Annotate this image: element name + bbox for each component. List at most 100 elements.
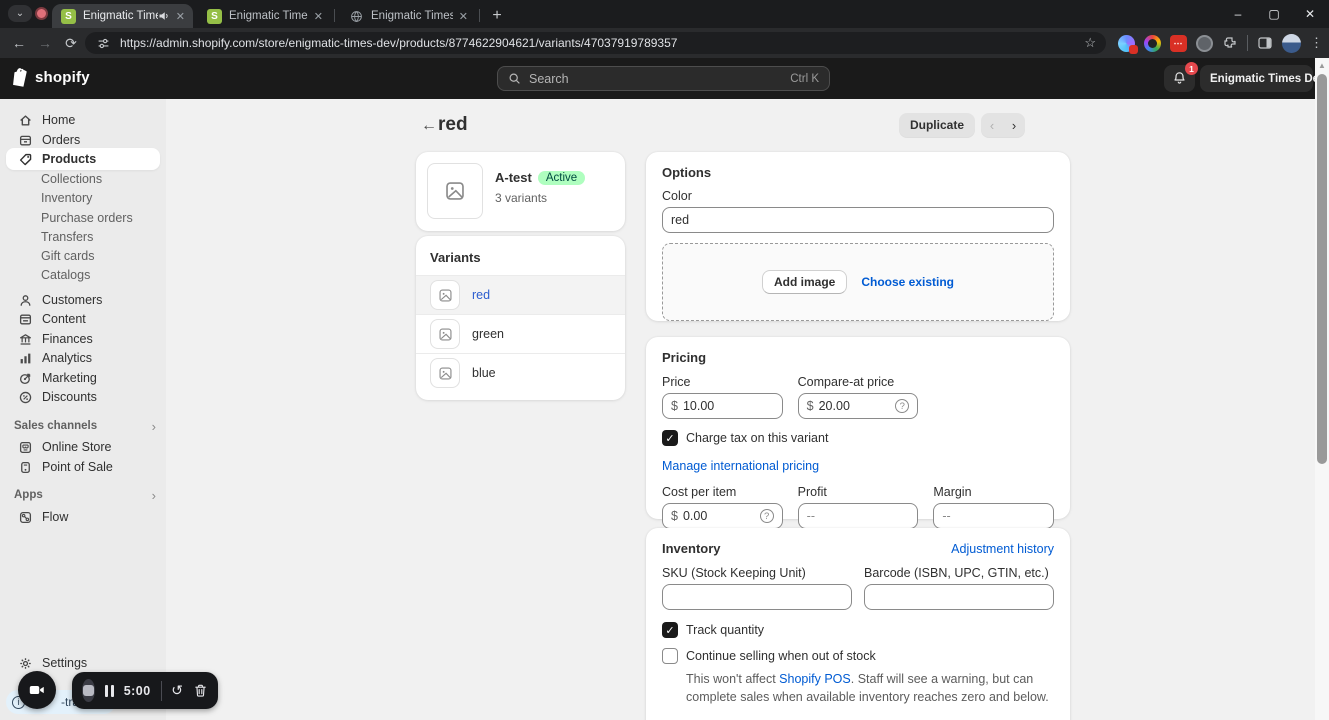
global-search-input[interactable]: Search Ctrl K [497, 66, 830, 91]
sidebar-item-purchase-orders[interactable]: Purchase orders [6, 208, 160, 228]
sidebar-item-home[interactable]: Home [6, 109, 160, 131]
shopify-logo[interactable]: shopify [13, 68, 90, 87]
sales-channels-heading[interactable]: Sales channels › [14, 417, 156, 435]
help-icon[interactable]: ? [759, 509, 774, 523]
next-variant-button[interactable]: › [1012, 118, 1016, 133]
sidebar-item-label: Online Store [42, 440, 112, 454]
window-close-button[interactable]: ✕ [1303, 7, 1317, 21]
extension-pinwheel-icon[interactable] [1118, 34, 1138, 54]
apps-heading[interactable]: Apps › [14, 486, 156, 504]
sidebar-item-settings[interactable]: Settings [6, 652, 160, 674]
cost-per-item-input[interactable] [682, 509, 760, 523]
window-maximize-button[interactable]: ▢ [1267, 7, 1281, 21]
marketing-icon [19, 373, 31, 384]
recorder-camera-button[interactable] [18, 671, 56, 709]
tab-audio-icon[interactable] [158, 10, 170, 22]
sidebar-item-products[interactable]: Products [6, 148, 160, 170]
reload-button[interactable]: ⟳ [58, 35, 84, 52]
add-image-button[interactable]: Add image [761, 270, 848, 294]
sidebar-item-label: Analytics [42, 351, 93, 365]
shopify-pos-link[interactable]: Shopify POS [779, 672, 851, 686]
sidebar-item-transfers[interactable]: Transfers [6, 227, 160, 247]
sidebar-item-catalogs[interactable]: Catalogs [6, 265, 160, 285]
variant-row-red[interactable]: red [416, 275, 625, 314]
url-text: https://admin.shopify.com/store/enigmati… [120, 36, 678, 50]
sku-input[interactable] [671, 590, 843, 604]
previous-variant-button[interactable]: ‹ [990, 118, 994, 133]
sidebar-item-flow[interactable]: Flow [6, 506, 160, 528]
new-tab-button[interactable]: + [485, 4, 509, 28]
sidebar-item-label: Marketing [42, 371, 97, 385]
compare-at-price-input[interactable] [818, 399, 896, 413]
continue-selling-checkbox[interactable] [662, 648, 678, 664]
sidebar-item-discounts[interactable]: Discounts [6, 386, 160, 408]
address-bar[interactable]: https://admin.shopify.com/store/enigmati… [85, 32, 1106, 54]
tab-search-button[interactable]: ⌄ [8, 5, 32, 22]
choose-existing-link[interactable]: Choose existing [861, 275, 954, 289]
restart-recording-button[interactable]: ↺ [171, 682, 183, 699]
sidebar-item-point-of-sale[interactable]: Point of Sale [6, 456, 160, 478]
forward-button[interactable]: → [32, 35, 58, 51]
stop-recording-button[interactable] [82, 679, 95, 702]
scrollbar-up-arrow[interactable]: ▲ [1318, 61, 1326, 70]
side-panel-icon[interactable] [1257, 35, 1273, 51]
bell-icon [1174, 72, 1185, 84]
sidebar-item-collections[interactable]: Collections [6, 169, 160, 189]
browser-profile-avatar[interactable] [1282, 33, 1301, 53]
duplicate-button[interactable]: Duplicate [898, 113, 975, 137]
back-button[interactable]: ← [6, 35, 32, 51]
site-settings-icon[interactable] [97, 37, 110, 50]
price-input[interactable] [682, 399, 774, 413]
section-heading-label: Sales channels [14, 420, 98, 432]
barcode-input[interactable] [873, 590, 1045, 604]
extensions-puzzle-icon[interactable] [1222, 35, 1238, 51]
tab-close-icon[interactable]: ✕ [176, 10, 185, 23]
browser-tab-2[interactable]: S Enigmatic Times Dev - Markets ✕ [198, 4, 331, 28]
adjustment-history-link[interactable]: Adjustment history [951, 542, 1054, 556]
product-name-link[interactable]: A-test [495, 170, 532, 185]
help-icon[interactable]: ? [895, 399, 910, 413]
color-input[interactable] [671, 213, 1045, 227]
recorder-toolbar: 5:00 ↺ [72, 672, 218, 709]
options-card: Options Color Add image Choose existing [646, 152, 1070, 321]
store-menu-button[interactable]: Enigmatic Times Dev ETD [1200, 65, 1329, 92]
scrollbar-thumb[interactable] [1317, 74, 1327, 464]
back-arrow-button[interactable]: ← [421, 117, 437, 135]
page-scrollbar[interactable]: ▲ [1315, 58, 1329, 720]
image-dropzone[interactable]: Add image Choose existing [662, 243, 1054, 321]
sidebar-item-gift-cards[interactable]: Gift cards [6, 246, 160, 266]
inventory-title: Inventory [662, 541, 721, 556]
profit-field: Profit [797, 485, 919, 529]
products-tag-icon [19, 153, 32, 165]
tab-close-icon[interactable]: ✕ [459, 10, 468, 23]
product-thumbnail[interactable] [427, 163, 483, 219]
window-minimize-button[interactable]: – [1231, 7, 1245, 21]
browser-tab-3[interactable]: Enigmatic Times Dev ✕ [340, 4, 476, 28]
variant-row-blue[interactable]: blue [416, 353, 625, 392]
tab-title: Enigmatic Times Dev [371, 10, 453, 22]
extension-record-icon[interactable] [1196, 34, 1213, 52]
sidebar-item-online-store[interactable]: Online Store [6, 436, 160, 458]
sidebar-item-analytics[interactable]: Analytics [6, 347, 160, 369]
browser-menu-icon[interactable]: ⋮ [1310, 35, 1323, 51]
track-quantity-checkbox[interactable]: ✓ [662, 622, 678, 638]
extension-reader-icon[interactable]: ⋯ [1170, 34, 1187, 52]
extension-lens-icon[interactable] [1144, 34, 1161, 52]
track-quantity-label: Track quantity [686, 623, 765, 637]
variant-thumbnail [430, 358, 460, 388]
bookmark-star-icon[interactable]: ☆ [1084, 35, 1096, 51]
charge-tax-checkbox[interactable]: ✓ [662, 430, 678, 446]
sidebar-subitem-label: Collections [41, 172, 103, 186]
tab-close-icon[interactable]: ✕ [314, 10, 323, 23]
orders-icon [19, 135, 32, 145]
manage-international-pricing-link[interactable]: Manage international pricing [662, 459, 819, 473]
continue-selling-helper-text: This won't affect Shopify POS. Staff wil… [686, 672, 1049, 705]
sidebar-subitem-label: Catalogs [41, 268, 91, 282]
delete-recording-button[interactable] [193, 683, 208, 698]
browser-tab-active[interactable]: S Enigmatic Times Dev - Varia ✕ [52, 4, 193, 28]
sidebar-item-content[interactable]: Content [6, 308, 160, 330]
variant-row-green[interactable]: green [416, 314, 625, 353]
notifications-button[interactable]: 1 [1164, 62, 1198, 92]
sidebar-item-inventory[interactable]: Inventory [6, 188, 160, 208]
pause-recording-button[interactable] [104, 684, 114, 697]
